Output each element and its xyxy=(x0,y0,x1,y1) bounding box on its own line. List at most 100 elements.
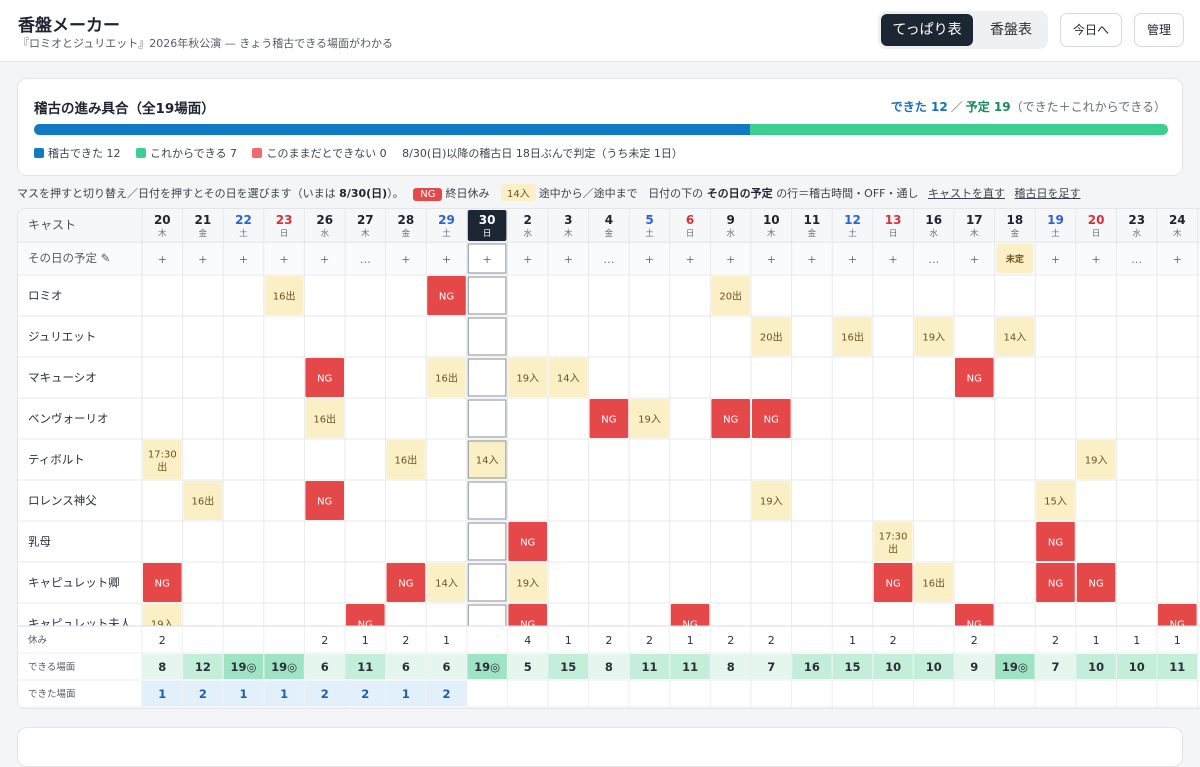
schedule-cell-label[interactable]: … xyxy=(603,253,614,266)
cast-cell-label: NG xyxy=(1048,579,1063,590)
cast-name: ティボルト xyxy=(28,453,85,467)
date-day[interactable]: 4 xyxy=(605,213,613,227)
schedule-cell-label[interactable]: … xyxy=(1131,253,1142,266)
cast-cell-label: 20出 xyxy=(760,331,783,344)
date-dow: 木 xyxy=(564,228,573,239)
progress-card: 稽古の進み具合（全19場面） できた 12 ／予定 19（できた＋これからできる）… xyxy=(17,78,1183,176)
summary-separator: ／ xyxy=(950,100,963,114)
date-day[interactable]: 23 xyxy=(1128,213,1145,227)
selected-cast-cell[interactable] xyxy=(467,317,507,356)
date-dow: 土 xyxy=(239,228,248,239)
schedule-cell-label[interactable]: … xyxy=(360,253,371,266)
summary-value-can: 9 xyxy=(970,660,978,674)
schedule-cell-label[interactable]: + xyxy=(482,253,491,266)
schedule-cell-label[interactable]: + xyxy=(239,253,248,266)
date-day[interactable]: 20 xyxy=(154,213,171,227)
date-day[interactable]: 30 xyxy=(479,213,496,227)
date-day[interactable]: 20 xyxy=(1088,213,1105,227)
date-day[interactable]: 6 xyxy=(686,213,694,227)
date-day[interactable]: 17 xyxy=(966,213,983,227)
schedule-cell-label[interactable]: … xyxy=(928,253,939,266)
fix-cast-link[interactable]: キャストを直す xyxy=(928,187,1005,200)
selected-cast-cell[interactable] xyxy=(467,481,507,520)
date-day[interactable]: 12 xyxy=(844,213,861,227)
date-dow: 日 xyxy=(1092,229,1101,239)
date-dow: 日 xyxy=(686,229,695,239)
summary-value-off: 1 xyxy=(565,634,572,647)
schedule-cell-label[interactable]: + xyxy=(401,253,410,266)
schedule-cell-label[interactable]: + xyxy=(564,253,573,266)
summary-value-off: 2 xyxy=(321,634,328,647)
progress-bar xyxy=(34,124,1168,135)
legend-ng-label: 終日休み xyxy=(445,187,490,200)
schedule-cell-label[interactable]: + xyxy=(970,253,979,266)
schedule-cell-label[interactable]: + xyxy=(888,253,897,266)
date-dow: 日 xyxy=(889,229,898,239)
date-day[interactable]: 22 xyxy=(235,213,252,227)
summary-value-can: 15 xyxy=(560,660,576,674)
date-day[interactable]: 24 xyxy=(1169,213,1186,227)
schedule-cell-label[interactable]: + xyxy=(442,253,451,266)
today-button[interactable]: 今日へ xyxy=(1060,13,1122,47)
summary-value-off: 2 xyxy=(159,634,166,647)
schedule-cell-label[interactable]: + xyxy=(279,253,288,266)
schedule-cell-label[interactable]: + xyxy=(523,253,532,266)
summary-value-can: 8 xyxy=(605,660,613,674)
date-dow: 金 xyxy=(1011,228,1020,239)
date-day[interactable]: 11 xyxy=(804,213,821,227)
schedule-cell-label[interactable]: + xyxy=(1051,253,1060,266)
selected-cast-cell[interactable] xyxy=(467,563,507,602)
selected-cast-cell[interactable] xyxy=(467,276,507,315)
judgement-note: 8/30(日)以降の稽古日 18日ぶんで判定（うち未定 1日） xyxy=(402,147,683,160)
instructions-text1: マスを押すと切り替え／日付を押すとその日を選びます（いまは xyxy=(17,187,340,200)
summary-value-off: 1 xyxy=(687,634,694,647)
cast-name: 乳母 xyxy=(28,535,51,549)
cast-cell-label: 19入 xyxy=(516,579,539,590)
date-dow: 水 xyxy=(1132,228,1141,239)
schedule-cell-label[interactable]: + xyxy=(848,253,857,266)
schedule-cell-label[interactable]: + xyxy=(1091,253,1100,266)
date-dow: 木 xyxy=(158,228,167,239)
date-day[interactable]: 19 xyxy=(1047,213,1064,227)
schedule-cell-label[interactable]: + xyxy=(685,253,694,266)
tab-teppari[interactable]: てっぱり表 xyxy=(881,14,973,46)
add-day-link[interactable]: 稽古日を足す xyxy=(1015,187,1081,200)
summary-value-off: 1 xyxy=(1133,634,1140,647)
summary-value-can: 8 xyxy=(158,660,166,674)
schedule-cell-label[interactable]: + xyxy=(1173,253,1182,266)
date-day[interactable]: 10 xyxy=(763,213,780,227)
cast-cell-label: 20出 xyxy=(719,290,742,303)
date-day[interactable]: 21 xyxy=(195,213,212,227)
date-day[interactable]: 27 xyxy=(357,213,374,227)
schedule-cell-label[interactable]: + xyxy=(726,253,735,266)
date-day[interactable]: 23 xyxy=(276,213,293,227)
selected-cast-cell[interactable] xyxy=(467,522,507,561)
date-day[interactable]: 3 xyxy=(564,213,572,227)
tab-koban[interactable]: 香盤表 xyxy=(976,14,1046,46)
date-day[interactable]: 28 xyxy=(398,213,415,227)
schedule-cell-label[interactable]: + xyxy=(767,253,776,266)
date-day[interactable]: 5 xyxy=(645,213,653,227)
date-day[interactable]: 29 xyxy=(438,213,455,227)
cast-cell-label: NG xyxy=(155,579,170,590)
schedule-cell-label[interactable]: + xyxy=(320,253,329,266)
admin-button[interactable]: 管理 xyxy=(1134,13,1184,47)
schedule-cell-label[interactable]: + xyxy=(158,253,167,266)
date-day[interactable]: 18 xyxy=(1007,213,1024,227)
date-day[interactable]: 26 xyxy=(316,213,333,227)
summary-label-did: できた場面 xyxy=(28,688,76,700)
schedule-cell-label[interactable]: + xyxy=(198,253,207,266)
date-day[interactable]: 16 xyxy=(925,213,942,227)
schedule-row-label[interactable]: その日の予定 ✎ xyxy=(28,251,110,265)
schedule-cell-label[interactable]: + xyxy=(807,253,816,266)
summary-value-did: 2 xyxy=(361,687,369,701)
selected-cast-cell[interactable] xyxy=(467,358,507,397)
date-day[interactable]: 9 xyxy=(727,213,735,227)
selected-cast-cell[interactable] xyxy=(467,399,507,438)
date-day[interactable]: 2 xyxy=(524,213,532,227)
schedule-cell-label[interactable]: + xyxy=(645,253,654,266)
date-day[interactable]: 13 xyxy=(885,213,902,227)
cast-cell-label: NG xyxy=(764,415,779,426)
cast-cell-label: 16出 xyxy=(273,290,296,303)
summary-value-off: 2 xyxy=(402,634,409,647)
